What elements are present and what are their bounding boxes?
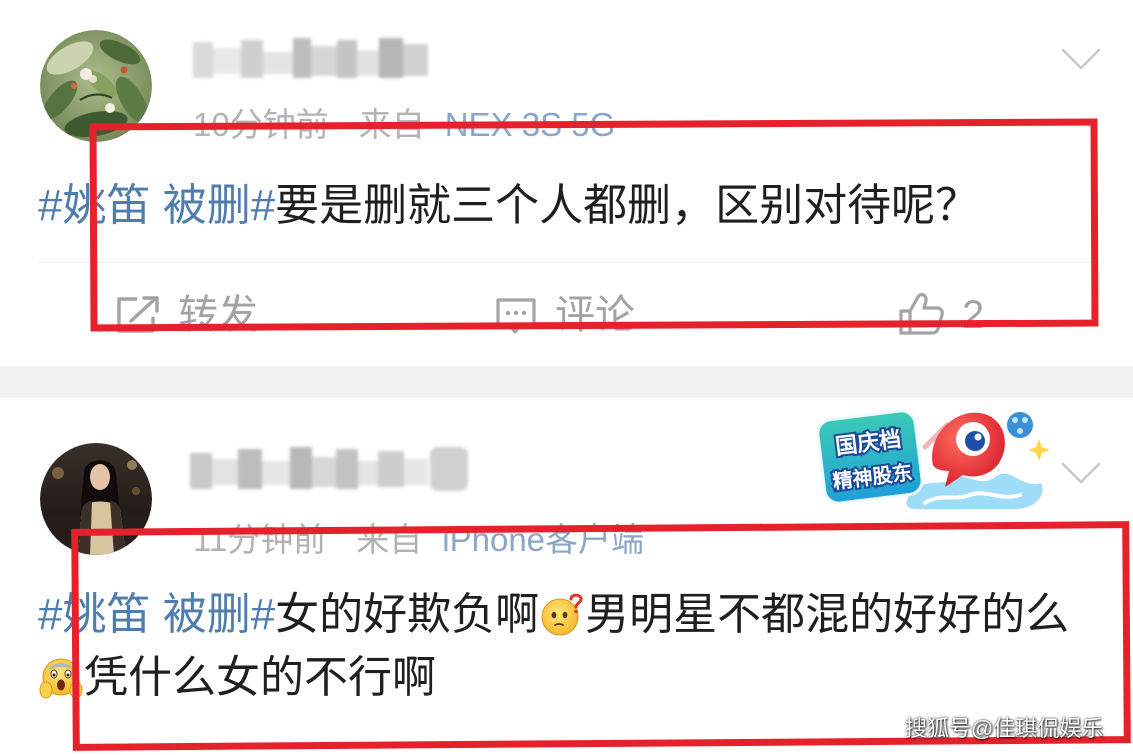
post-text-line-2: 凭什么女的不行啊 bbox=[38, 652, 436, 704]
post-body-text: 男明星不都混的好好的么 bbox=[585, 590, 1070, 639]
thumbs-up-icon bbox=[897, 292, 945, 336]
post-time: 10分钟前 bbox=[193, 106, 329, 143]
comment-button[interactable]: 评论 bbox=[493, 291, 643, 339]
feed-separator bbox=[0, 366, 1133, 398]
chevron-down-icon[interactable] bbox=[1060, 460, 1102, 486]
post-text: #姚笛 被删#要是删就三个人都删，区别对待呢？ bbox=[38, 180, 979, 232]
comment-label: 评论 bbox=[555, 293, 635, 337]
post-body-text: 女的好欺负啊 bbox=[275, 590, 540, 639]
post-meta: 11分钟前 来自 iPhone客户端 bbox=[193, 520, 644, 560]
post-body-text: 要是删就三个人都删，区别对待呢？ bbox=[275, 181, 980, 230]
like-count: 2 bbox=[962, 293, 985, 337]
hashtag-link[interactable]: #姚笛 被删# bbox=[38, 181, 275, 230]
source-prefix: 来自 bbox=[356, 521, 423, 558]
repost-button[interactable]: 转发 bbox=[115, 291, 265, 339]
user-avatar-icon[interactable] bbox=[40, 443, 152, 555]
source-device-link[interactable]: iPhone客户端 bbox=[442, 521, 644, 558]
like-button[interactable]: 2 bbox=[897, 291, 997, 339]
source-device-link[interactable]: NEX 3S 5G bbox=[445, 106, 616, 143]
post-text-line-1: #姚笛 被删#女的好欺负啊 男明星不都混的好好的么 bbox=[38, 589, 1069, 641]
event-badge-icon: 国庆档 精神股东 bbox=[815, 405, 1050, 511]
source-prefix: 来自 bbox=[358, 106, 425, 143]
scared-face-icon bbox=[39, 656, 83, 700]
watermark: 搜狐号@佳琪侃娱乐 bbox=[905, 716, 1104, 741]
feed-post: 国庆档 精神股东 11分钟前 来自 iPhone客户端 #姚笛 被删#女的好欺负… bbox=[0, 398, 1133, 755]
feed-post: 10分钟前 来自 NEX 3S 5G #姚笛 被删#要是删就三个人都删，区别对待呢？… bbox=[0, 0, 1133, 366]
username-redacted[interactable] bbox=[190, 447, 470, 493]
post-time: 11分钟前 bbox=[193, 521, 327, 558]
chevron-down-icon[interactable] bbox=[1060, 46, 1102, 72]
repost-icon bbox=[115, 295, 161, 335]
username-redacted[interactable] bbox=[193, 38, 428, 82]
question-face-icon bbox=[540, 593, 584, 637]
post-body-text: 凭什么女的不行啊 bbox=[84, 653, 436, 702]
hashtag-link[interactable]: #姚笛 被删# bbox=[38, 590, 275, 639]
divider bbox=[38, 262, 1100, 263]
repost-label: 转发 bbox=[178, 293, 258, 337]
user-avatar-icon[interactable] bbox=[40, 30, 152, 142]
post-meta: 10分钟前 来自 NEX 3S 5G bbox=[193, 105, 615, 145]
comment-icon bbox=[493, 296, 539, 336]
